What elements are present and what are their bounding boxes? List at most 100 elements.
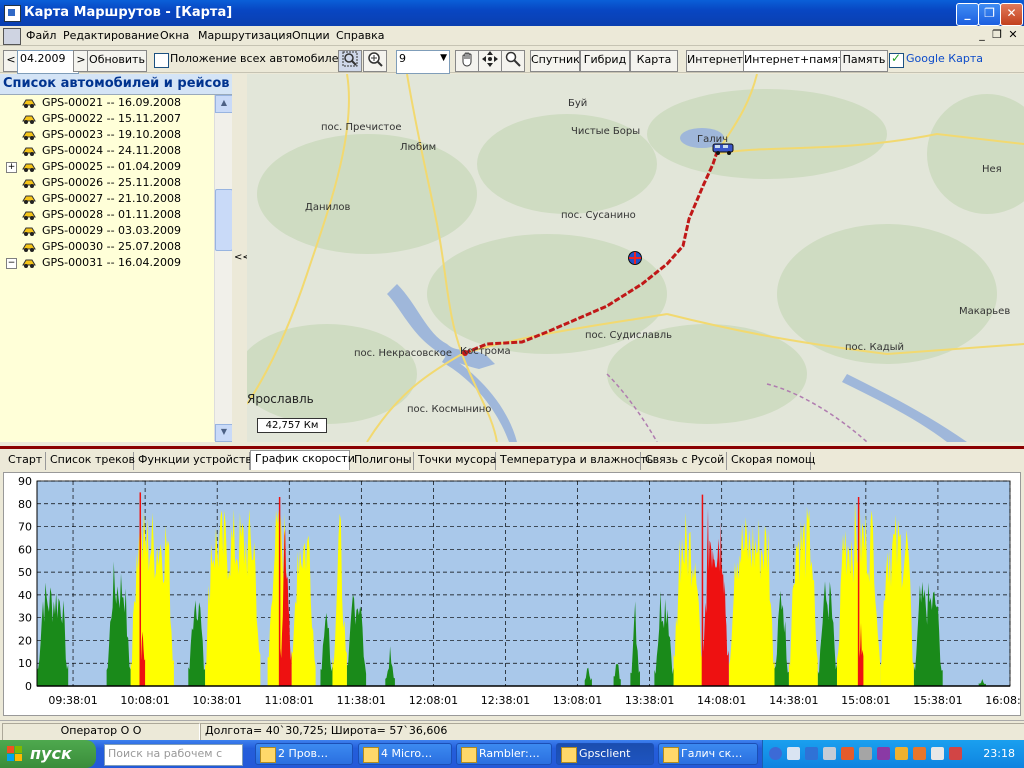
status-bar: Оператор О О Долгота= 40`30,725; Широта=… [0,720,1024,741]
google-map-checkbox[interactable] [889,51,904,68]
tab-3[interactable]: Функции устройства [134,452,259,470]
pan-hand-icon[interactable] [455,50,479,72]
map-place-label: Любим [400,142,437,153]
taskbar-app-icon [663,747,679,763]
satellite-mode-button[interactable]: Спутник [530,50,580,72]
map-mode-button[interactable]: Карта [630,50,678,72]
map-place-label: Ярославль [247,392,314,406]
zoom-in-icon[interactable] [363,50,387,72]
volume-icon[interactable] [931,747,944,760]
tray-update-icon[interactable] [895,747,908,760]
zoom-window-icon[interactable] [338,50,362,72]
map-place-label: пос. Пречистое [321,122,402,133]
mdi-minimize-button[interactable]: _ [975,28,989,42]
move-arrows-icon[interactable] [478,50,502,72]
x-tick-label: 15:08:01 [841,694,890,707]
tab-9[interactable]: Скорая помощ [727,452,815,470]
speed-chart-svg: 0 10 20 30 40 50 60 70 80 90 09:38:01 10:08:01 10:38… [18,475,1024,707]
tab-5[interactable]: Полигоны [350,452,414,470]
tray-antivirus-icon[interactable] [949,747,962,760]
zoom-level-select[interactable]: 9 ▼ [396,50,450,74]
map-view[interactable]: Буй пос. Пречистое Чистые Боры Любим Галич Не… [247,74,1024,442]
close-button[interactable]: ✕ [1000,3,1023,26]
bluetooth-icon[interactable] [805,747,818,760]
scroll-down-button[interactable]: ▼ [215,424,233,442]
vehicle-icon [22,225,36,237]
menu-routing[interactable]: Маршрутизация [198,29,292,42]
menu-help[interactable]: Справка [336,29,384,42]
menu-bar: Файл Редактирование Окна Маршрутизация О… [0,26,1024,46]
minimize-button[interactable]: _ [956,3,979,26]
taskbar-button[interactable]: Gpsclient [556,743,654,765]
y-tick-label: 20 [18,634,32,647]
date-input[interactable]: 04.2009 [17,50,79,74]
map-place-label: Макарьев [959,306,1011,317]
menu-edit[interactable]: Редактирование [63,29,159,42]
tab-6[interactable]: Точки мусора [414,452,497,470]
tab-2[interactable]: Список треков [46,452,135,470]
menu-file[interactable]: Файл [26,29,56,42]
system-tray: 23:18 [762,740,1024,768]
taskbar-button[interactable]: 4 Micro… [358,743,452,765]
vehicle-list-panel: Список автомобилей и рейсов GPS-00021 --… [0,74,235,442]
security-icon[interactable] [841,747,854,760]
vehicle-list-title: Список автомобилей и рейсов [0,74,235,95]
y-tick-label: 80 [18,498,32,511]
desktop-search-input[interactable]: Поиск на рабочем с [104,744,243,766]
map-crosshair-icon[interactable] [628,251,642,265]
scroll-up-button[interactable]: ▲ [215,95,233,113]
taskbar-button[interactable]: 2 Пров… [255,743,353,765]
menu-options[interactable]: Опции [292,29,330,42]
vehicle-icon [22,241,36,253]
magnifier-icon[interactable] [501,50,525,72]
menu-windows[interactable]: Окна [160,29,189,42]
app-icon[interactable] [4,5,21,22]
scroll-thumb[interactable] [215,189,233,251]
tray-warning-icon[interactable] [913,747,926,760]
y-tick-label: 10 [18,657,32,670]
internet-memory-source-button[interactable]: Интернет+память [743,50,851,72]
tray-tool-icon[interactable] [859,747,872,760]
vehicle-icon [22,177,36,189]
vehicle-list-scrollbar[interactable]: ▲ ▼ [214,95,233,442]
maximize-button[interactable]: ❐ [978,3,1001,26]
coordinates-status: Долгота= 40`30,725; Широта= 57`36,606 [200,723,1024,741]
device-icon[interactable] [823,747,836,760]
y-tick-label: 30 [18,612,32,625]
taskbar-button[interactable]: Rambler:… [456,743,552,765]
x-tick-label: 13:38:01 [625,694,674,707]
x-tick-label: 11:38:01 [337,694,386,707]
map-place-label: Галич [697,134,729,145]
map-place-label: Буй [568,98,588,109]
x-tick-label: 10:08:01 [120,694,169,707]
mdi-restore-button[interactable]: ❐ [990,28,1004,42]
mdi-close-button[interactable]: ✕ [1006,28,1020,42]
map-place-label: Нея [982,164,1002,175]
title-bar[interactable]: Карта Маршрутов - [Карта] _ ❐ ✕ [0,0,1024,26]
refresh-button[interactable]: Обновить [87,50,147,72]
x-tick-label: 10:38:01 [192,694,241,707]
tab-8[interactable]: Связь с Русой [641,452,727,470]
clock: 23:18 [983,747,1015,760]
tab-7[interactable]: Температура и влажность [496,452,653,470]
tree-expander-icon[interactable]: − [6,258,17,269]
google-map-label: Google Карта [906,52,983,65]
y-tick-label: 90 [18,475,32,488]
taskbar-button[interactable]: Галич ск… [658,743,758,765]
tab-4[interactable]: График скорости [250,450,355,470]
tray-arrow-icon[interactable] [769,747,782,760]
document-icon[interactable] [3,28,21,45]
tree-expander-icon[interactable]: + [6,162,17,173]
panel-splitter[interactable]: << [232,74,251,442]
memory-source-button[interactable]: Память [840,50,888,72]
vehicle-icon [22,129,36,141]
vehicle-label: GPS-00025 -- 01.04.2009 [42,160,182,173]
tab-1[interactable]: Старт [4,452,46,470]
tray-app-icon[interactable] [877,747,890,760]
internet-source-button[interactable]: Интернет [686,50,744,72]
vehicle-icon [22,161,36,173]
all-vehicles-checkbox[interactable] [154,53,169,68]
start-button[interactable]: пуск [0,740,96,768]
network-icon[interactable] [787,747,800,760]
hybrid-mode-button[interactable]: Гибрид [580,50,630,72]
